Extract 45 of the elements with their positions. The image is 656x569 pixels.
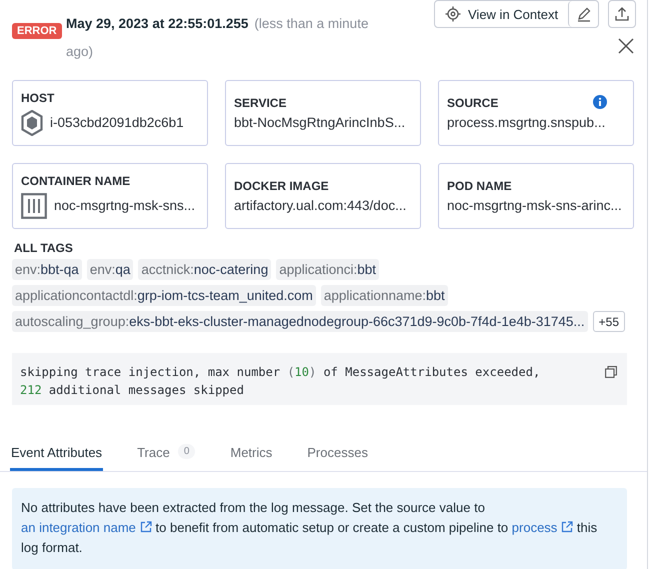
info-icon[interactable] [593,95,607,109]
error-badge: ERROR [12,23,62,39]
card-label: HOST [21,90,54,104]
card-value: bbt-NocMsgRtngArincInbS... [234,115,406,130]
tag[interactable]: applicationci:bbt [276,259,380,280]
count-badge: 0 [178,444,196,459]
card-value: process.msgrtng.snspub... [447,115,606,130]
card-value: i-053cbd2091db2c6b1 [50,115,184,130]
section-title: ALL TAGS [14,241,74,255]
card-value: noc-msgrtng-msk-sns... [54,198,196,213]
tag[interactable]: env:qa [86,259,134,280]
target-icon [445,6,461,22]
copy-icon[interactable] [605,366,617,378]
share-button[interactable] [608,0,636,28]
card-label: POD NAME [447,179,512,193]
external-link-icon[interactable] [561,521,574,533]
container-icon [21,192,47,218]
card-label: SOURCE [447,96,498,110]
pencil-icon [576,6,592,22]
tag[interactable]: env:bbt-qa [12,259,82,280]
card-label: DOCKER IMAGE [234,179,329,193]
tag[interactable]: applicationname:bbt [320,285,448,306]
edit-button[interactable] [568,1,598,27]
timestamp: May 29, 2023 at 22:55:01.255 (less than a minute ago) [66,15,370,61]
tab[interactable]: Processes [306,443,369,471]
link[interactable]: an integration name [21,520,152,535]
card-label: CONTAINER NAME [21,174,130,188]
card-value: noc-msgrtng-msk-sns-arinc... [447,198,622,213]
tag[interactable]: acctnick:noc-catering [138,259,272,280]
link[interactable]: process [512,520,574,535]
close-button[interactable] [617,37,635,55]
close-icon [617,37,635,55]
card-label: SERVICE [234,96,286,110]
log-message: skipping trace injection, max number (10) of MessageAttributes exceeded, 212 additional messages skipped [19,364,542,399]
notice-text: No attributes have been extracted from the log message. Set the source value to an integration name to benefit from automatic setup or create a custom pipeline to process this log format. [21,499,598,557]
hexagon-icon [21,110,43,136]
tab[interactable]: Metrics [229,443,274,471]
more-tags-button[interactable]: +55 [592,311,625,332]
tab[interactable]: Event Attributes [10,443,104,471]
external-link-icon[interactable] [140,521,152,533]
tag[interactable]: autoscaling_group:eks-bbt-eks-cluster-managednodegroup-66c371d9-9c0b-7f4d-1e4b-31745... [12,311,588,332]
card-value: artifactory.ual.com:443/doc... [234,198,406,213]
upload-icon [614,6,630,22]
tab[interactable]: Trace 0 [136,443,196,471]
tag[interactable]: applicationcontactdl:grp-iom-tcs-team_united.com [12,285,316,306]
